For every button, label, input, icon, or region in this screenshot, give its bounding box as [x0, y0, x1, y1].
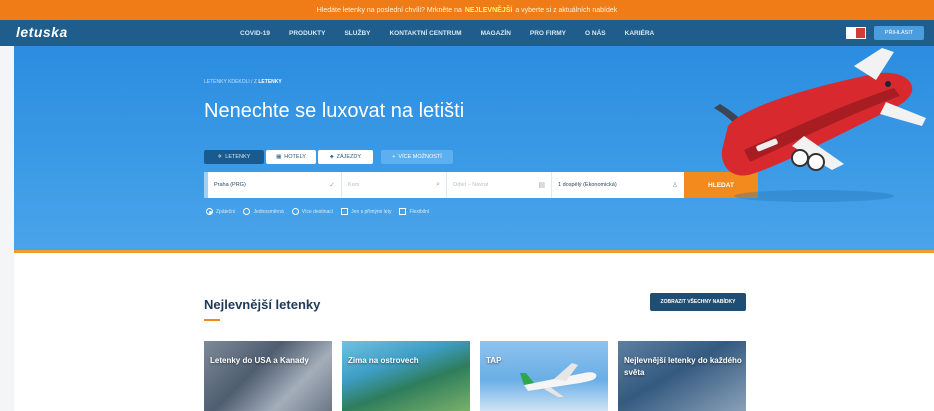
deal-card-label: TAP — [486, 356, 502, 365]
login-button[interactable]: PŘIHLÁSIT — [874, 26, 924, 40]
destination-field[interactable]: Kam ⌕ — [342, 172, 447, 198]
option-zpatecni-label: Zpáteční — [216, 208, 236, 215]
nav-item-covid[interactable]: COVID-19 — [240, 30, 270, 37]
breadcrumb: LETENKY KDEKOLI / Z LETENKY — [204, 79, 282, 85]
search-icon: ⌕ — [436, 181, 440, 188]
more-options-label: VÍCE MOŽNOSTÍ — [398, 154, 442, 160]
section-title-underline — [204, 319, 220, 321]
radio-icon — [291, 208, 299, 215]
origin-field[interactable]: Praha (PRG) ✓ — [208, 172, 342, 198]
vacuum-plane-illustration — [714, 48, 926, 202]
nav-item-o-nas[interactable]: O NÁS — [585, 30, 606, 37]
search-form: Praha (PRG) ✓ Kam ⌕ Odlet – Návrat ▤ 1 d… — [204, 172, 684, 198]
nav-item-kontaktni-centrum[interactable]: KONTAKTNÍ CENTRUM — [389, 30, 461, 37]
checkbox-icon — [399, 208, 407, 215]
deal-card-islands[interactable]: Zima na ostrovech — [342, 341, 470, 411]
nav-item-produkty[interactable]: PRODUKTY — [289, 30, 325, 37]
promo-text-after: a vyberte si z aktuálních nabídek — [515, 6, 618, 14]
option-zpatecni[interactable]: Zpáteční — [206, 208, 235, 215]
search-options: Zpáteční Jednosměrná Více destinací Jen … — [206, 208, 429, 215]
option-jednosmerna-label: Jednosměrná — [253, 208, 284, 215]
passengers-field[interactable]: 1 dospělý (Ekonomická) ♙ — [552, 172, 684, 198]
calendar-icon: ▤ — [538, 182, 545, 189]
tab-letenky-label: LETENKY — [225, 154, 251, 160]
nav-item-magazin[interactable]: MAGAZÍN — [481, 30, 511, 37]
option-vice-destinaci-label: Více destinací — [301, 208, 334, 215]
promo-highlight[interactable]: NEJLEVNĚJŠÍ — [465, 7, 512, 14]
tab-hotely[interactable]: ▦ HOTELY — [266, 150, 316, 164]
hotel-icon: ▦ — [276, 154, 282, 160]
plane-icon: ✈ — [217, 154, 223, 160]
person-icon: ♙ — [671, 182, 678, 189]
tab-zajezdy-label: ZÁJEZDY — [336, 154, 362, 160]
option-vice-destinaci[interactable]: Více destinací — [291, 208, 334, 215]
deal-card-label: Nejlevnější letenky do každého světa — [624, 356, 742, 377]
more-options-button[interactable]: + VÍCE MOŽNOSTÍ — [381, 150, 453, 164]
radio-selected-icon — [206, 208, 213, 215]
option-jednosmerna[interactable]: Jednosměrná — [243, 208, 284, 215]
breadcrumb-current: LETENKY — [258, 79, 282, 85]
nav-item-kariera[interactable]: KARIÉRA — [625, 30, 655, 37]
hero-section: LETENKY KDEKOLI / Z LETENKY Nenechte se … — [14, 46, 934, 250]
language-flag-icon[interactable] — [846, 27, 866, 39]
nav-item-sluzby[interactable]: SLUŽBY — [344, 30, 370, 37]
nav-item-pro-firmy[interactable]: PRO FIRMY — [530, 30, 566, 37]
palm-icon: ♣ — [329, 154, 334, 160]
option-prime-lety-label: Jen s přímými lety — [351, 208, 392, 215]
deal-card-usa[interactable]: Letenky do USA a Kanady — [204, 341, 332, 411]
dates-placeholder: Odlet – Návrat — [453, 182, 489, 188]
check-icon: ✓ — [329, 182, 335, 189]
deal-card-label: Zima na ostrovech — [348, 356, 419, 365]
show-all-deals-button[interactable]: ZOBRAZIT VŠECHNY NABÍDKY — [650, 293, 746, 311]
breadcrumb-prefix[interactable]: LETENKY KDEKOLI / Z — [204, 79, 258, 85]
page: Hledáte letenky na poslední chvíli? Mrkn… — [0, 0, 934, 411]
option-flexibilni[interactable]: Flexibilní — [399, 208, 429, 215]
deal-card-tap[interactable]: TAP — [480, 341, 608, 411]
origin-value: Praha (PRG) — [214, 182, 246, 188]
tab-zajezdy[interactable]: ♣ ZÁJEZDY — [318, 150, 373, 164]
plus-icon: + — [392, 154, 396, 160]
tab-hotely-label: HOTELY — [284, 154, 306, 160]
deal-card-label: Letenky do USA a Kanady — [210, 356, 309, 365]
deals-section: Nejlevnější letenky ZOBRAZIT VŠECHNY NAB… — [14, 253, 934, 411]
top-navigation: letuska COVID-19 PRODUKTY SLUŽBY KONTAKT… — [0, 20, 934, 46]
option-prime-lety[interactable]: Jen s přímými lety — [341, 208, 391, 215]
section-title: Nejlevnější letenky — [204, 297, 321, 312]
radio-icon — [243, 208, 251, 215]
main-menu: COVID-19 PRODUKTY SLUŽBY KONTAKTNÍ CENTR… — [240, 20, 654, 46]
promo-text-before: Hledáte letenky na poslední chvíli? Mrkn… — [316, 6, 462, 14]
checkbox-icon — [341, 208, 349, 215]
deal-card-world[interactable]: Nejlevnější letenky do každého světa — [618, 341, 746, 411]
tab-letenky[interactable]: ✈ LETENKY — [204, 150, 264, 164]
passengers-value: 1 dospělý (Ekonomická) — [558, 182, 617, 188]
destination-placeholder: Kam — [348, 182, 360, 188]
dates-field[interactable]: Odlet – Návrat ▤ — [447, 172, 552, 198]
page-title: Nenechte se luxovat na letišti — [204, 100, 465, 122]
option-flexibilni-label: Flexibilní — [409, 208, 430, 215]
site-logo[interactable]: letuska — [16, 24, 68, 40]
promo-banner[interactable]: Hledáte letenky na poslední chvíli? Mrkn… — [0, 0, 934, 20]
